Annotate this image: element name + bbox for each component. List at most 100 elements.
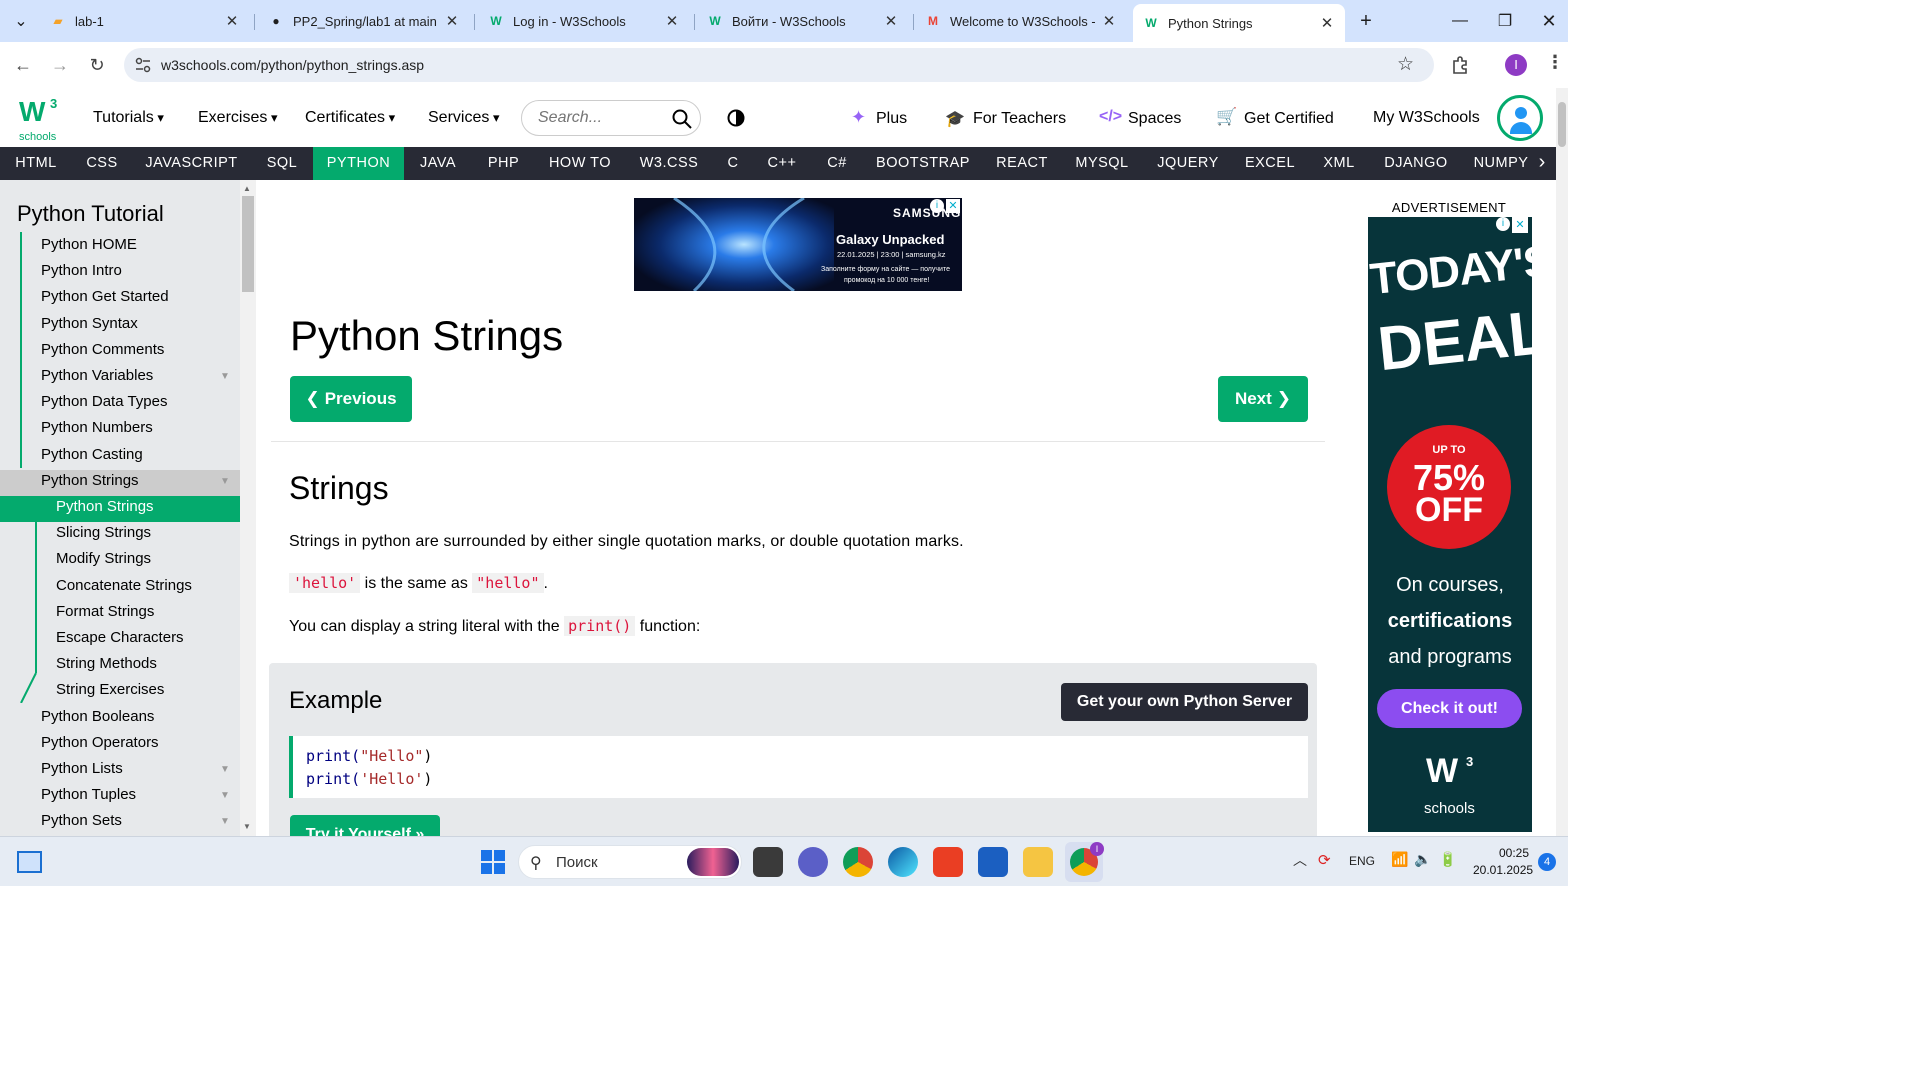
forward-arrow-icon[interactable]: → [46,51,74,79]
url-text[interactable]: w3schools.com/python/python_strings.asp [161,57,424,73]
teams-icon[interactable] [798,847,828,877]
sidebar-item[interactable]: Python Intro [41,262,122,279]
windows-start-icon[interactable] [481,850,505,874]
sidebar-scrollbar[interactable]: ▲ ▼ [240,180,256,836]
adchoices-icon[interactable]: i [930,199,944,213]
clock-time[interactable]: 00:25 [1499,846,1529,860]
nav-html[interactable]: HTML [0,147,72,180]
language-indicator[interactable]: ENG [1349,854,1375,868]
try-it-yourself-button[interactable]: Try it Yourself » [290,815,440,836]
sidebar-scroll-thumb[interactable] [242,196,254,292]
my-w3schools-link[interactable]: My W3Schools [1373,109,1480,127]
browser-tab[interactable]: W Войти - W3Schools ✕ [697,6,909,36]
dark-mode-toggle-icon[interactable] [727,109,745,127]
user-profile-icon[interactable] [1497,95,1543,141]
taskbar-search[interactable]: ⚲ Поиск [518,845,742,879]
sidebar-item[interactable]: Slicing Strings [56,524,151,541]
restore-icon[interactable]: ❐ [1490,8,1520,34]
sync-error-icon[interactable]: ⟳ [1318,851,1331,869]
expand-caret-icon[interactable]: ▼ [220,816,230,827]
sidebar-item[interactable]: Python Comments [41,341,164,358]
sidebar-item[interactable]: String Exercises [56,681,164,698]
expand-caret-icon[interactable]: ▼ [220,764,230,775]
battery-icon[interactable]: 🔋 [1439,851,1456,868]
menu-exercises[interactable]: Exercises ▾ [198,109,278,127]
site-settings-icon[interactable] [135,57,151,73]
sidebar-item[interactable]: Python Operators [41,734,159,751]
page-scrollbar[interactable] [1556,88,1568,836]
nav-jquery[interactable]: JQUERY [1143,147,1233,180]
volume-icon[interactable]: 🔈 [1414,851,1431,868]
file-explorer-icon[interactable] [1023,847,1053,877]
sidebar-item[interactable]: Format Strings [56,603,154,620]
sidebar-item[interactable]: Python Casting [41,446,143,463]
sidebar-item[interactable]: Python Syntax [41,315,138,332]
get-certified-link[interactable]: Get Certified [1244,110,1334,128]
sidebar-item[interactable]: Python Lists [41,760,123,777]
nav-php[interactable]: PHP [472,147,535,180]
menu-tutorials[interactable]: Tutorials ▾ [93,109,164,127]
nav-javascript[interactable]: JAVASCRIPT [132,147,251,180]
chrome-icon[interactable] [843,847,873,877]
close-window-icon[interactable]: ✕ [1534,8,1564,34]
nav-react[interactable]: REACT [983,147,1061,180]
sidebar-item[interactable]: Python Strings [56,498,154,515]
nav-scroll-right-icon[interactable]: › [1528,147,1556,180]
plus-link[interactable]: Plus [876,110,907,128]
sidebar-item[interactable]: Python Numbers [41,419,153,436]
expand-caret-icon[interactable]: ▼ [220,476,230,487]
search-input[interactable] [538,109,663,127]
ad-close-icon[interactable]: ✕ [946,199,960,213]
nav-mysql[interactable]: MYSQL [1061,147,1143,180]
nav-c-[interactable]: C++ [753,147,811,180]
browser-tab[interactable]: M Welcome to W3Schools - p ✕ [915,6,1127,36]
bookmark-star-icon[interactable]: ☆ [1397,53,1414,76]
widgets-icon[interactable] [17,851,42,873]
profile-avatar[interactable]: I [1505,54,1527,76]
tab-close-icon[interactable]: ✕ [883,12,899,30]
next-button[interactable]: Next ❯ [1218,376,1308,422]
browser-tab[interactable]: ● PP2_Spring/lab1 at main · I ✕ [258,6,470,36]
check-it-out-button[interactable]: Check it out! [1377,689,1522,728]
adchoices-icon[interactable]: i [1496,217,1510,231]
sidebar-item[interactable]: Concatenate Strings [56,577,192,594]
w3schools-logo[interactable]: W 3 schools [17,96,61,144]
office-icon[interactable] [933,847,963,877]
nav-django[interactable]: DJANGO [1371,147,1461,180]
nav-excel[interactable]: EXCEL [1233,147,1307,180]
sidebar-item[interactable]: Python Tuples [41,786,136,803]
task-view-icon[interactable] [753,847,783,877]
get-python-server-button[interactable]: Get your own Python Server [1061,683,1308,721]
w3-deal-ad[interactable]: i ✕ TODAY'S DEAL UP TO 75% OFF On course… [1368,217,1532,832]
sidebar-item[interactable]: Escape Characters [56,629,184,646]
store-icon[interactable] [978,847,1008,877]
sidebar-item[interactable]: Python Variables [41,367,153,384]
previous-button[interactable]: ❮ Previous [290,376,412,422]
for-teachers-link[interactable]: For Teachers [973,110,1066,128]
clock-date[interactable]: 20.01.2025 [1473,863,1533,877]
sidebar-item[interactable]: Python Get Started [41,288,169,305]
tab-close-icon[interactable]: ✕ [1101,12,1117,30]
scroll-up-arrow-icon[interactable]: ▲ [243,184,251,193]
edge-icon[interactable] [888,847,918,877]
notification-count-badge[interactable]: 4 [1538,853,1556,871]
tab-search-chevron-icon[interactable]: ⌄ [6,8,36,34]
search-box[interactable] [521,100,701,136]
search-icon[interactable] [672,109,692,129]
menu-services[interactable]: Services ▾ [428,109,500,127]
chrome-active-taskbar-button[interactable]: I [1065,842,1104,882]
minimize-icon[interactable]: — [1445,8,1475,34]
menu-certificates[interactable]: Certificates ▾ [305,109,395,127]
sidebar-item[interactable]: Python HOME [41,236,137,253]
extensions-puzzle-icon[interactable] [1451,55,1471,75]
tab-close-icon[interactable]: ✕ [444,12,460,30]
nav-sql[interactable]: SQL [251,147,313,180]
ad-close-icon[interactable]: ✕ [1512,217,1528,233]
samsung-ad-banner[interactable]: SAMSUNG Galaxy Unpacked 22.01.2025 | 23:… [634,198,962,291]
sidebar-item[interactable]: Modify Strings [56,550,151,567]
nav-how-to[interactable]: HOW TO [535,147,625,180]
browser-tab[interactable]: W Log in - W3Schools ✕ [478,6,690,36]
new-tab-plus-icon[interactable]: + [1351,8,1381,34]
nav-c-[interactable]: C# [811,147,863,180]
nav-c[interactable]: C [713,147,753,180]
